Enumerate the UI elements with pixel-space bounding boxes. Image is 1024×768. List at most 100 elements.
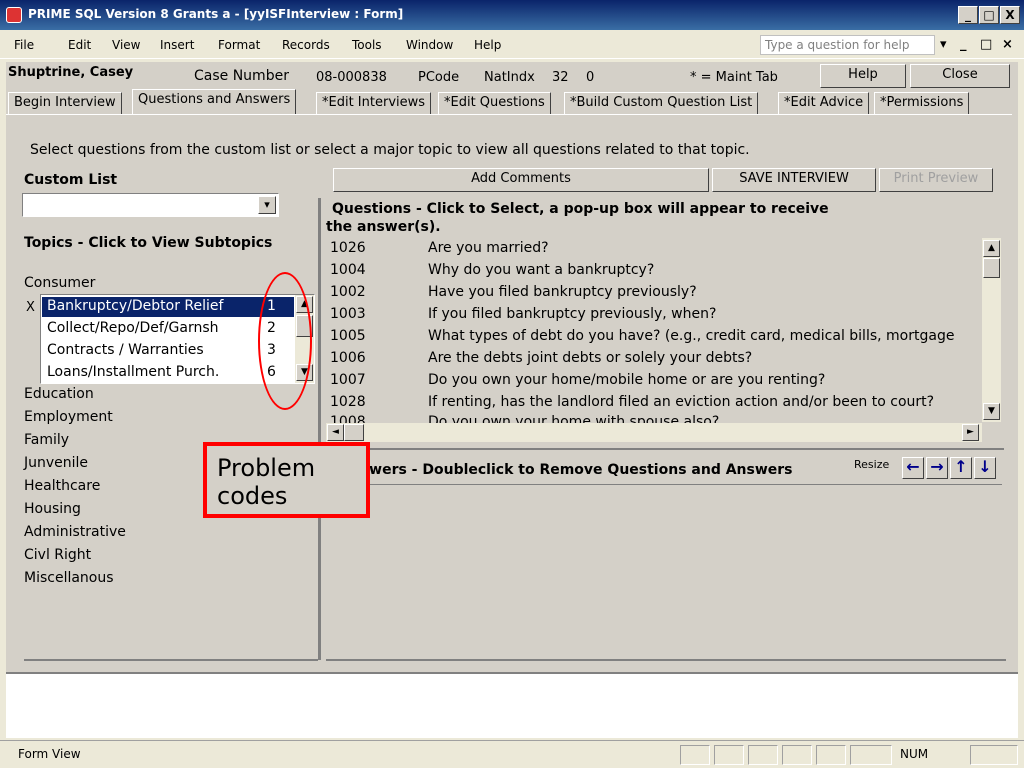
menu-bar: File Edit View Insert Format Records Too…: [0, 31, 1024, 59]
resize-label: Resize: [854, 458, 890, 471]
status-cell: [816, 745, 846, 765]
num-lock-indicator: NUM: [900, 747, 929, 761]
question-row[interactable]: 1005 What types of debt do you have? (e.g…: [330, 328, 954, 344]
menu-window[interactable]: Window: [406, 38, 453, 52]
menu-help[interactable]: Help: [474, 38, 501, 52]
add-comments-button[interactable]: Add Comments: [333, 168, 709, 192]
custom-list-select[interactable]: ▾: [22, 193, 279, 217]
question-text: If renting, has the landlord filed an ev…: [428, 394, 935, 410]
questions-vertical-scrollbar[interactable]: ▲ ▼: [982, 238, 1001, 422]
close-button[interactable]: Close: [910, 64, 1010, 88]
topic-housing[interactable]: Housing: [24, 501, 81, 517]
tab-begin-interview[interactable]: Begin Interview: [8, 92, 122, 114]
arrow-left-icon[interactable]: ←: [902, 457, 924, 479]
annotation-line-1: Problem: [217, 454, 316, 482]
right-panel-bottom-border: [326, 659, 1006, 661]
questions-heading-continued: the answer(s).: [326, 219, 441, 235]
topic-family[interactable]: Family: [24, 432, 69, 448]
menu-edit[interactable]: Edit: [68, 38, 91, 52]
tab-edit-questions[interactable]: *Edit Questions: [438, 92, 551, 114]
question-text: What types of debt do you have? (e.g., c…: [428, 328, 955, 344]
arrow-up-icon[interactable]: ↑: [950, 457, 972, 479]
tab-edit-interviews[interactable]: *Edit Interviews: [316, 92, 432, 114]
question-row[interactable]: 1026 Are you married?: [330, 240, 549, 256]
question-row[interactable]: 1002 Have you filed bankruptcy previously…: [330, 284, 697, 300]
remove-subtopic-marker[interactable]: X: [26, 300, 35, 315]
answers-heading-underline: [332, 484, 1002, 485]
doc-restore-button[interactable]: □: [980, 37, 992, 52]
subtopic-item[interactable]: Loans/Installment Purch.: [47, 364, 219, 380]
topics-label: Topics - Click to View Subtopics: [24, 235, 273, 251]
menu-insert[interactable]: Insert: [160, 38, 194, 52]
topic-administrative[interactable]: Administrative: [24, 524, 126, 540]
print-preview-button[interactable]: Print Preview: [879, 168, 993, 192]
subtopic-item[interactable]: Collect/Repo/Def/Garnsh: [47, 320, 219, 336]
menu-tools[interactable]: Tools: [352, 38, 382, 52]
question-text: Why do you want a bankruptcy?: [428, 262, 655, 278]
subtopic-item[interactable]: Contracts / Warranties: [47, 342, 204, 358]
question-row[interactable]: 1003 If you filed bankruptcy previously, …: [330, 306, 716, 322]
custom-list-label: Custom List: [24, 172, 118, 188]
natindx-label: NatIndx: [484, 70, 535, 85]
menu-records[interactable]: Records: [282, 38, 330, 52]
tab-strip-divider: [6, 114, 1012, 115]
status-bar: Form View NUM: [0, 740, 1024, 768]
help-search-input[interactable]: Type a question for help: [760, 35, 935, 55]
annotation-ellipse: [258, 272, 312, 410]
scroll-thumb[interactable]: [344, 424, 364, 441]
title-bar: PRIME SQL Version 8 Grants a - [yyISFInt…: [0, 0, 1024, 30]
scroll-left-icon[interactable]: ◄: [327, 424, 344, 441]
topic-healthcare[interactable]: Healthcare: [24, 478, 100, 494]
question-row[interactable]: 1007 Do you own your home/mobile home or …: [330, 372, 825, 388]
chevron-down-icon[interactable]: ▾: [258, 196, 276, 214]
question-id: 1005: [330, 328, 366, 344]
topic-employment[interactable]: Employment: [24, 409, 113, 425]
minimize-button[interactable]: _: [958, 6, 978, 24]
topic-miscellaneous[interactable]: Miscellanous: [24, 570, 114, 586]
annotation-box: Problem codes: [203, 442, 370, 518]
topic-consumer[interactable]: Consumer: [24, 275, 95, 291]
menu-file[interactable]: File: [14, 38, 34, 52]
question-row[interactable]: 1006 Are the debts joint debts or solely …: [330, 350, 752, 366]
question-row[interactable]: 1008 Do you own your home with spouse als…: [330, 414, 719, 423]
pcode-label: PCode: [418, 70, 460, 85]
scroll-up-icon[interactable]: ▲: [983, 240, 1000, 257]
natindx-value: 32: [552, 70, 569, 85]
menu-view[interactable]: View: [112, 38, 140, 52]
tab-permissions[interactable]: *Permissions: [874, 92, 970, 114]
save-interview-button[interactable]: SAVE INTERVIEW: [712, 168, 876, 192]
arrow-down-icon[interactable]: ↓: [974, 457, 996, 479]
left-panel-bottom-border: [24, 659, 318, 661]
question-text: Have you filed bankruptcy previously?: [428, 284, 697, 300]
question-text: Are you married?: [428, 240, 549, 256]
scroll-right-icon[interactable]: ►: [962, 424, 979, 441]
questions-horizontal-scrollbar[interactable]: ◄ ►: [326, 423, 982, 442]
help-dropdown-icon[interactable]: ▾: [940, 37, 947, 52]
topic-junvenile[interactable]: Junvenile: [24, 455, 88, 471]
menu-format[interactable]: Format: [218, 38, 260, 52]
tab-edit-advice[interactable]: *Edit Advice: [778, 92, 870, 114]
window-title: PRIME SQL Version 8 Grants a - [yyISFInt…: [28, 7, 404, 21]
panel-vertical-divider: [318, 198, 321, 660]
case-number-value: 08-000838: [316, 70, 387, 85]
answers-divider: [326, 448, 1004, 450]
status-cell: [714, 745, 744, 765]
instructions-text: Select questions from the custom list or…: [30, 142, 750, 158]
topic-civil-right[interactable]: Civl Right: [24, 547, 91, 563]
doc-close-button[interactable]: ×: [1002, 37, 1013, 52]
scroll-down-icon[interactable]: ▼: [983, 403, 1000, 420]
question-text: If you filed bankruptcy previously, when…: [428, 306, 717, 322]
maximize-button[interactable]: □: [979, 6, 999, 24]
arrow-right-icon[interactable]: →: [926, 457, 948, 479]
tab-build-custom-question-list[interactable]: *Build Custom Question List: [564, 92, 759, 114]
subtopic-item[interactable]: Bankruptcy/Debtor Relief: [47, 298, 223, 314]
close-window-button[interactable]: X: [1000, 6, 1020, 24]
doc-minimize-button[interactable]: _: [960, 37, 967, 52]
question-row[interactable]: 1004 Why do you want a bankruptcy?: [330, 262, 654, 278]
question-row[interactable]: 1028 If renting, has the landlord filed a…: [330, 394, 934, 410]
topic-education[interactable]: Education: [24, 386, 94, 402]
scroll-thumb[interactable]: [983, 258, 1000, 278]
question-id: 1007: [330, 372, 366, 388]
tab-questions-and-answers[interactable]: Questions and Answers: [132, 89, 297, 115]
help-button[interactable]: Help: [820, 64, 906, 88]
